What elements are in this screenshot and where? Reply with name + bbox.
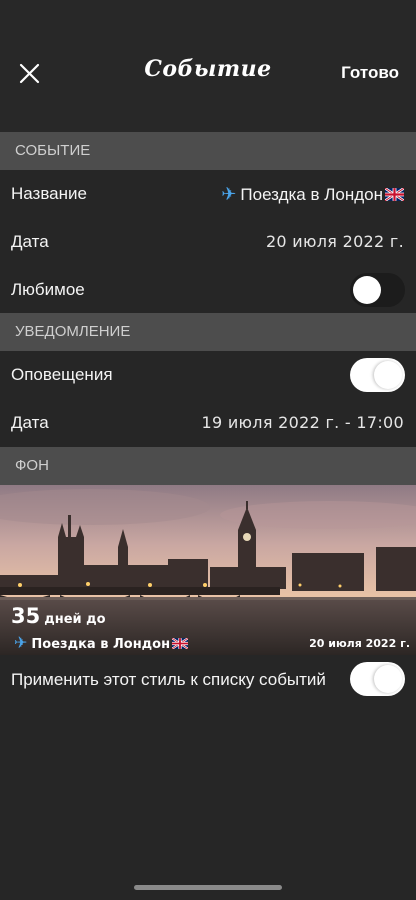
favorite-label: Любимое xyxy=(11,280,85,299)
alerts-row: Оповещения xyxy=(0,351,416,399)
favorite-toggle[interactable] xyxy=(350,273,405,307)
event-name-label: Название xyxy=(11,184,87,203)
airplane-icon: ✈ xyxy=(14,633,28,652)
days-count: 35 xyxy=(11,604,41,628)
alerts-toggle[interactable] xyxy=(350,358,405,392)
section-header-background: ФОН xyxy=(0,447,416,485)
airplane-icon: ✈ xyxy=(221,184,237,204)
uk-flag-icon xyxy=(172,638,189,649)
preview-event-name: ✈ Поездка в Лондон xyxy=(14,633,189,652)
event-name-row[interactable]: Название ✈ Поездка в Лондон xyxy=(0,170,416,218)
alerts-label: Оповещения xyxy=(11,365,113,384)
notification-date-row[interactable]: Дата 19 июля 2022 г. - 17:00 xyxy=(0,399,416,447)
event-name-value: ✈ Поездка в Лондон xyxy=(221,184,404,205)
toggle-knob xyxy=(374,361,402,389)
london-skyline-image xyxy=(0,485,416,655)
event-date-row[interactable]: Дата 20 июля 2022 г. xyxy=(0,218,416,266)
event-date-label: Дата xyxy=(11,232,49,251)
favorite-row: Любимое xyxy=(0,266,416,314)
background-preview-image[interactable] xyxy=(0,485,416,655)
done-button[interactable]: Готово xyxy=(341,63,399,83)
days-text: дней до xyxy=(44,612,106,627)
notification-date-label: Дата xyxy=(11,413,49,432)
event-name-text: Поездка в Лондон xyxy=(240,185,383,204)
preview-event-name-text: Поездка в Лондон xyxy=(31,637,171,652)
navigation-header: Событие Готово xyxy=(0,0,416,132)
apply-style-row: Применить этот стиль к списку событий xyxy=(0,656,416,704)
section-header-event: СОБЫТИЕ xyxy=(0,132,416,170)
apply-style-toggle[interactable] xyxy=(350,662,405,696)
section-header-notification: УВЕДОМЛЕНИЕ xyxy=(0,313,416,351)
apply-style-label: Применить этот стиль к списку событий xyxy=(11,670,326,689)
event-date-value: 20 июля 2022 г. xyxy=(265,232,404,251)
preview-event-date: 20 июля 2022 г. xyxy=(309,637,410,650)
notification-date-value: 19 июля 2022 г. - 17:00 xyxy=(201,413,404,432)
toggle-knob xyxy=(353,276,381,304)
uk-flag-icon xyxy=(385,188,404,201)
home-indicator[interactable] xyxy=(134,885,282,890)
days-counter: 35 дней до xyxy=(11,604,106,628)
toggle-knob xyxy=(374,665,402,693)
